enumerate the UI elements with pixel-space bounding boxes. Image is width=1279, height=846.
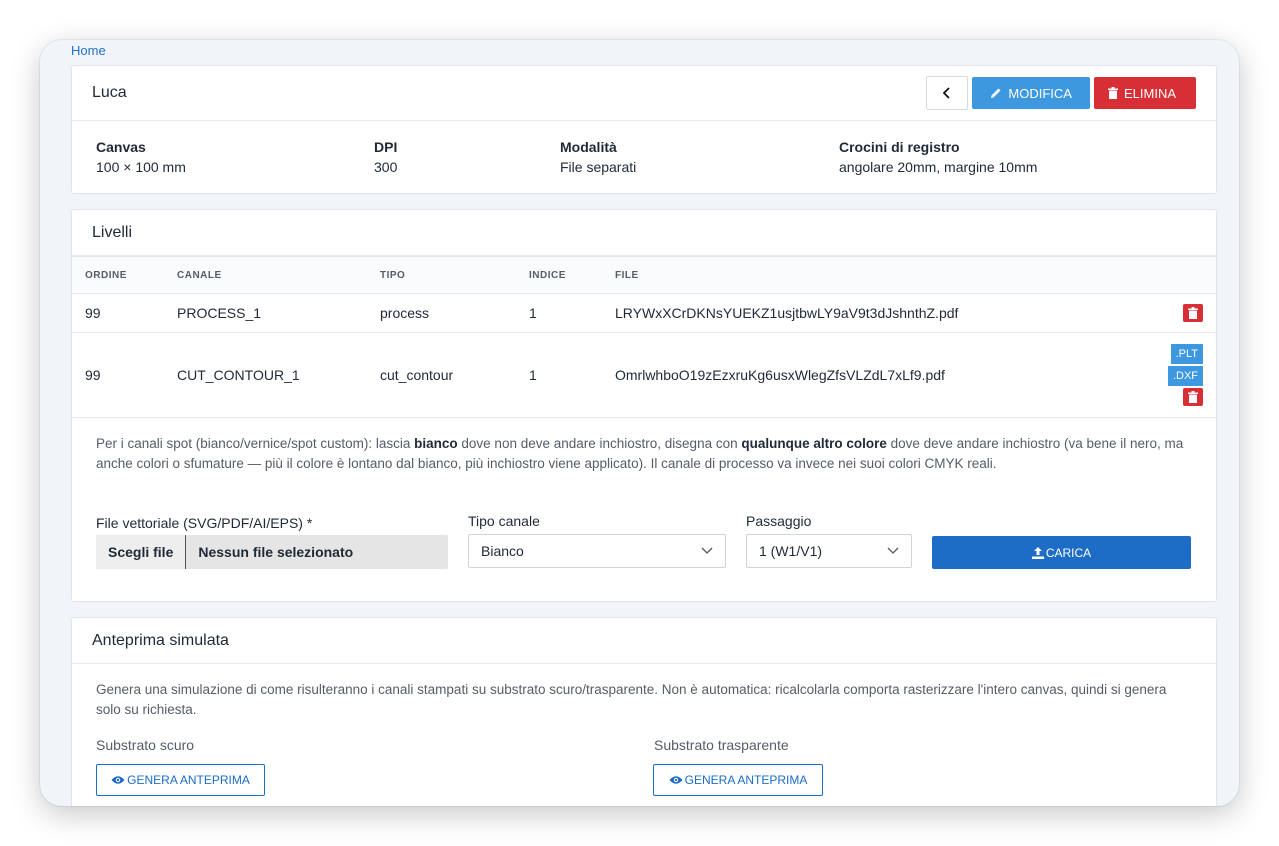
delete-button[interactable]: ELIMINA (1093, 77, 1196, 109)
meta-registration: Crocini di registro angolare 20mm, margi… (839, 139, 1037, 193)
meta-label: Modalità (560, 139, 617, 155)
file-name: Nessun file selezionato (198, 544, 354, 560)
channel-label: Tipo canale (468, 513, 540, 529)
pencil-icon (991, 88, 1001, 98)
breadcrumb-home[interactable]: Home (71, 43, 106, 58)
column-header: CANALE (177, 256, 380, 294)
preview-card: Anteprima simulata Genera una simulazion… (71, 617, 1217, 806)
table-header-row: ORDINE CANALE TIPO INDICE FILE (72, 256, 1216, 294)
cell-order: 99 (72, 293, 177, 333)
delete-layer-button[interactable] (1183, 388, 1203, 406)
cell-channel: CUT_CONTOUR_1 (177, 332, 380, 418)
column-header-actions (1167, 256, 1216, 294)
cell-actions (1167, 293, 1216, 333)
download-dxf-button[interactable]: .DXF (1167, 366, 1203, 386)
layers-header: Livelli (72, 210, 1216, 256)
generate-transparent-preview-button[interactable]: GENERA ANTEPRIMA (653, 764, 823, 796)
generate-dark-preview-button[interactable]: GENERA ANTEPRIMA (96, 764, 265, 796)
edit-button-label: MODIFICA (1008, 85, 1072, 101)
table-row: 99 CUT_CONTOUR_1 cut_contour 1 OmrlwhboO… (72, 332, 1216, 418)
project-actions: MODIFICA ELIMINA (926, 76, 1196, 110)
spot-channel-help: Per i canali spot (bianco/vernice/spot c… (72, 418, 1216, 474)
column-header: FILE (615, 256, 1168, 294)
meta-value: File separati (560, 159, 637, 175)
app-window: Home Luca MODIFICA ELIMINA Canvas 100 × … (40, 40, 1239, 806)
layers-table: ORDINE CANALE TIPO INDICE FILE 99 PROCES… (72, 256, 1216, 418)
page-title: Luca (92, 84, 127, 101)
channel-select[interactable]: Bianco (468, 534, 726, 568)
pass-select[interactable]: 1 (W1/V1) (746, 534, 912, 568)
layer-actions: .PLT .DXF (1167, 344, 1203, 406)
layers-title: Livelli (92, 223, 133, 241)
upload-form: File vettoriale (SVG/PDF/AI/EPS) * Scegl… (96, 513, 1192, 585)
file-input[interactable]: Scegli file Nessun file selezionato (96, 535, 448, 569)
upload-button-label: CARICA (1045, 545, 1092, 560)
cell-channel: PROCESS_1 (177, 293, 380, 333)
layers-card: Livelli ORDINE CANALE TIPO INDICE FILE 9… (71, 209, 1217, 602)
help-text: Per i canali spot (bianco/vernice/spot c… (96, 436, 415, 451)
chevron-down-icon (887, 547, 899, 554)
meta-label: Crocini di registro (839, 139, 960, 155)
cell-index: 1 (529, 332, 615, 418)
cell-index: 1 (529, 293, 615, 333)
cell-file: OmrlwhboO19zEzxruKg6usxWlegZfsVLZdL7xLf9… (615, 332, 1168, 418)
meta-label: DPI (374, 139, 398, 155)
preview-title: Anteprima simulata (92, 631, 229, 649)
generate-preview-label: GENERA ANTEPRIMA (127, 773, 250, 787)
choose-file-button[interactable]: Scegli file (96, 535, 187, 569)
upload-icon (1031, 546, 1044, 559)
meta-canvas: Canvas 100 × 100 mm (96, 139, 374, 193)
help-bold: bianco (414, 436, 458, 451)
channel-select-value: Bianco (481, 543, 524, 559)
table-row: 99 PROCESS_1 process 1 LRYWxXCrDKNsYUEKZ… (72, 293, 1216, 333)
cell-order: 99 (72, 332, 177, 418)
meta-mode: Modalità File separati (560, 139, 839, 193)
eye-icon (111, 776, 125, 784)
file-label: File vettoriale (SVG/PDF/AI/EPS) * (96, 515, 313, 531)
meta-value: 100 × 100 mm (96, 159, 186, 175)
trash-icon (1188, 307, 1198, 319)
delete-button-label: ELIMINA (1123, 85, 1176, 101)
transparent-substrate-label: Substrato trasparente (654, 737, 789, 753)
cell-actions: .PLT .DXF (1167, 332, 1216, 418)
edit-button[interactable]: MODIFICA (972, 77, 1090, 109)
cell-file: LRYWxXCrDKNsYUEKZ1usjtbwLY9aV9t3dJshnthZ… (615, 293, 1168, 333)
preview-header: Anteprima simulata (72, 618, 1216, 664)
trash-icon (1107, 87, 1118, 99)
project-meta: Canvas 100 × 100 mm DPI 300 Modalità Fil… (72, 121, 1216, 193)
pass-select-value: 1 (W1/V1) (759, 543, 823, 559)
meta-label: Canvas (96, 139, 146, 155)
preview-description: Genera una simulazione di come risultera… (96, 682, 1167, 717)
delete-layer-button[interactable] (1183, 304, 1203, 322)
download-plt-button[interactable]: .PLT (1170, 344, 1203, 364)
project-header: Luca MODIFICA ELIMINA (72, 66, 1216, 121)
help-text: dove non deve andare inchiostro, disegna… (457, 436, 742, 451)
upload-button[interactable]: CARICA (932, 536, 1191, 569)
dark-substrate-label: Substrato scuro (96, 737, 195, 753)
eye-icon (669, 776, 683, 784)
generate-preview-label: GENERA ANTEPRIMA (684, 773, 808, 787)
column-header: ORDINE (72, 256, 177, 294)
pass-label: Passaggio (746, 513, 812, 529)
chevron-down-icon (701, 547, 713, 554)
cell-type: cut_contour (380, 332, 529, 418)
meta-dpi: DPI 300 (374, 139, 560, 193)
cell-type: process (380, 293, 529, 333)
trash-icon (1188, 391, 1198, 403)
column-header: TIPO (380, 256, 529, 294)
chevron-left-icon (943, 87, 951, 99)
column-header: INDICE (529, 256, 615, 294)
project-card: Luca MODIFICA ELIMINA Canvas 100 × 100 m… (71, 65, 1217, 194)
meta-value: 300 (374, 159, 398, 175)
back-button[interactable] (926, 76, 969, 110)
help-bold: qualunque altro colore (741, 436, 887, 451)
meta-value: angolare 20mm, margine 10mm (839, 159, 1038, 175)
